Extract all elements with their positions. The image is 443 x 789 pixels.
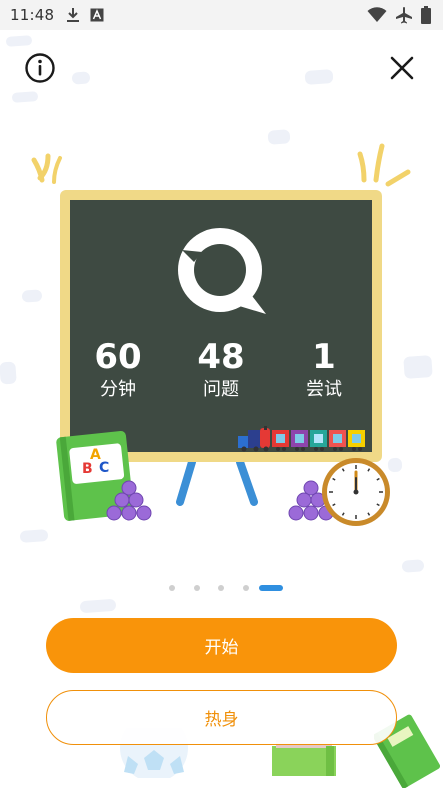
speech-bubble-logo-icon — [178, 228, 266, 314]
toy-train-icon — [238, 426, 365, 452]
background-doodle — [21, 289, 43, 303]
stat-minutes: 60 分钟 — [68, 338, 168, 402]
background-doodle — [401, 559, 425, 573]
background-doodle — [71, 71, 91, 85]
stat-attempts: 1 尝试 — [274, 338, 374, 402]
battery-icon — [421, 6, 431, 24]
download-icon — [67, 8, 80, 22]
status-left-icons — [66, 7, 104, 23]
stat-questions: 48 问题 — [171, 338, 271, 402]
close-icon — [390, 56, 414, 80]
airplane-icon — [396, 7, 412, 24]
sparkle-right-decoration — [357, 143, 411, 187]
sparkle-left-decoration — [31, 153, 62, 184]
page-dot[interactable] — [243, 585, 249, 591]
info-icon — [25, 53, 55, 83]
text-a-icon — [90, 8, 104, 22]
background-doodle — [267, 129, 291, 145]
warmup-button-label: 热身 — [204, 710, 239, 730]
stat-questions-label: 问题 — [203, 379, 239, 400]
background-doodle — [19, 529, 49, 543]
page-dot[interactable] — [218, 585, 224, 591]
abc-letter-c: C — [99, 460, 110, 476]
close-button[interactable] — [386, 52, 418, 84]
status-bar: 11:48 — [0, 0, 443, 30]
warmup-button[interactable]: 热身 — [46, 690, 397, 745]
stat-minutes-label: 分钟 — [100, 379, 136, 400]
background-doodle — [403, 355, 433, 379]
status-time: 11:48 — [10, 6, 55, 24]
page-indicator — [0, 583, 443, 593]
page-dot[interactable] — [194, 585, 200, 591]
start-button[interactable]: 开始 — [46, 618, 397, 673]
stat-attempts-value: 1 — [312, 337, 336, 377]
background-doodle — [0, 361, 17, 385]
start-button-label: 开始 — [204, 638, 239, 658]
background-doodle — [304, 69, 334, 85]
clock-icon — [322, 458, 390, 526]
app-screen: 11:48 60 分钟 48 问题 1 尝试 A B C 开始 热身 — [0, 0, 443, 789]
chalkboard: 60 分钟 48 问题 1 尝试 — [70, 200, 372, 452]
background-doodle — [79, 598, 117, 614]
background-doodle — [11, 91, 39, 103]
status-right-icons — [367, 6, 431, 24]
board-stand — [176, 458, 258, 506]
stat-minutes-value: 60 — [94, 337, 142, 377]
info-button[interactable] — [24, 52, 56, 84]
page-dot-active[interactable] — [259, 585, 283, 591]
stat-questions-value: 48 — [197, 337, 245, 377]
stat-attempts-label: 尝试 — [306, 379, 342, 400]
purple-balls-left-decoration — [106, 480, 152, 521]
page-dot[interactable] — [169, 585, 175, 591]
background-doodle — [5, 35, 33, 47]
abc-letter-b: B — [82, 461, 93, 477]
wifi-icon — [367, 7, 387, 22]
green-block-decoration — [272, 740, 336, 776]
